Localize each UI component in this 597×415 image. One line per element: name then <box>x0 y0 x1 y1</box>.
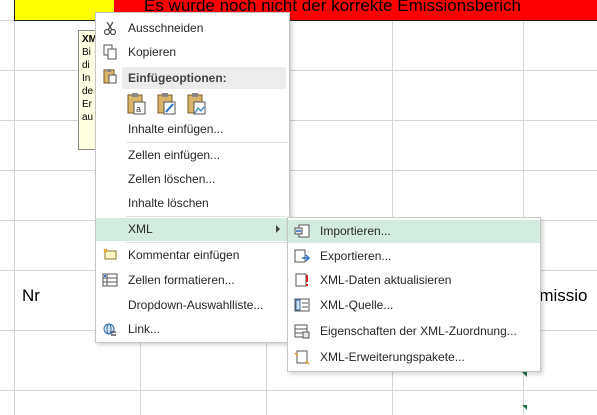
menu-item-paste-special[interactable]: Inhalte einfügen... <box>96 118 289 141</box>
submenu-item-map-properties[interactable]: Eigenschaften der XML-Zuordnung... <box>288 320 540 343</box>
new-comment-icon <box>102 247 118 263</box>
xml-refresh-icon <box>294 272 310 288</box>
xml-map-properties-icon <box>294 323 310 339</box>
menu-item-label: Kommentar einfügen <box>128 248 240 262</box>
menu-separator <box>126 142 287 143</box>
scissors-icon <box>102 20 118 36</box>
submenu-arrow-icon <box>276 225 280 233</box>
menu-item-label: Zellen löschen... <box>128 172 216 186</box>
xml-source-icon <box>294 297 310 313</box>
cell-nr[interactable]: Nr <box>22 286 40 306</box>
submenu-item-source[interactable]: XML-Quelle... <box>288 294 540 317</box>
paste-options-label: Einfügeoptionen: <box>128 71 227 85</box>
row-gridline <box>0 390 597 391</box>
paste-options-header: Einfügeoptionen: <box>122 67 286 89</box>
xml-export-icon <box>294 248 311 264</box>
submenu-item-label: Importieren... <box>320 224 391 238</box>
menu-item-xml[interactable]: XML <box>96 218 289 241</box>
menu-item-link[interactable]: Link... <box>96 318 289 341</box>
submenu-item-label: Exportieren... <box>320 249 392 263</box>
menu-item-cut[interactable]: Ausschneiden <box>96 17 289 40</box>
menu-item-dropdown-list[interactable]: Dropdown-Auswahlliste... <box>96 294 289 317</box>
paste-icon <box>102 68 118 84</box>
row-gridline <box>0 170 597 171</box>
submenu-item-export[interactable]: Exportieren... <box>288 245 540 268</box>
svg-text:a: a <box>136 104 141 114</box>
submenu-item-refresh[interactable]: XML-Daten aktualisieren <box>288 269 540 292</box>
format-cells-icon <box>102 272 118 288</box>
submenu-item-label: XML-Quelle... <box>320 298 394 312</box>
submenu-item-label: Eigenschaften der XML-Zuordnung... <box>320 324 517 338</box>
xml-expansion-packs-icon <box>294 349 310 365</box>
menu-item-format-cells[interactable]: Zellen formatieren... <box>96 269 289 292</box>
error-indicator-icon <box>522 405 527 410</box>
menu-separator <box>126 216 287 217</box>
menu-item-label: Zellen einfügen... <box>128 148 221 162</box>
menu-item-insert-cells[interactable]: Zellen einfügen... <box>96 144 289 167</box>
xml-submenu: Importieren... Exportieren... XML-Daten … <box>287 217 541 372</box>
menu-item-delete-cells[interactable]: Zellen löschen... <box>96 168 289 191</box>
menu-item-label: Inhalte einfügen... <box>128 122 224 136</box>
column-gridline <box>14 0 15 415</box>
copy-icon <box>102 44 118 60</box>
menu-item-label: Link... <box>128 322 161 336</box>
paste-picture-icon[interactable] <box>186 92 208 116</box>
menu-item-label: Zellen formatieren... <box>128 273 235 287</box>
menu-item-label: Ausschneiden <box>128 21 204 35</box>
menu-item-copy[interactable]: Kopieren <box>96 41 289 64</box>
submenu-item-label: XML-Daten aktualisieren <box>320 273 452 287</box>
submenu-item-label: XML-Erweiterungspakete... <box>320 350 465 364</box>
context-menu: Ausschneiden Kopieren Einfügeoptionen: a… <box>95 12 290 343</box>
menu-item-clear-contents[interactable]: Inhalte löschen <box>96 192 289 215</box>
menu-separator <box>126 242 287 243</box>
paste-formatting-icon[interactable] <box>156 92 178 116</box>
error-indicator-icon <box>522 372 527 377</box>
menu-item-insert-comment[interactable]: Kommentar einfügen <box>96 244 289 267</box>
submenu-item-expansion-packs[interactable]: XML-Erweiterungspakete... <box>288 346 540 369</box>
menu-item-label: Dropdown-Auswahlliste... <box>128 298 264 312</box>
paste-values-icon[interactable]: a <box>126 92 148 116</box>
submenu-item-import[interactable]: Importieren... <box>288 220 540 243</box>
menu-item-label: Kopieren <box>128 45 177 59</box>
link-icon <box>102 321 118 337</box>
xml-import-icon <box>294 223 310 239</box>
menu-item-label: Inhalte löschen <box>128 196 209 210</box>
menu-item-label: XML <box>128 222 153 236</box>
